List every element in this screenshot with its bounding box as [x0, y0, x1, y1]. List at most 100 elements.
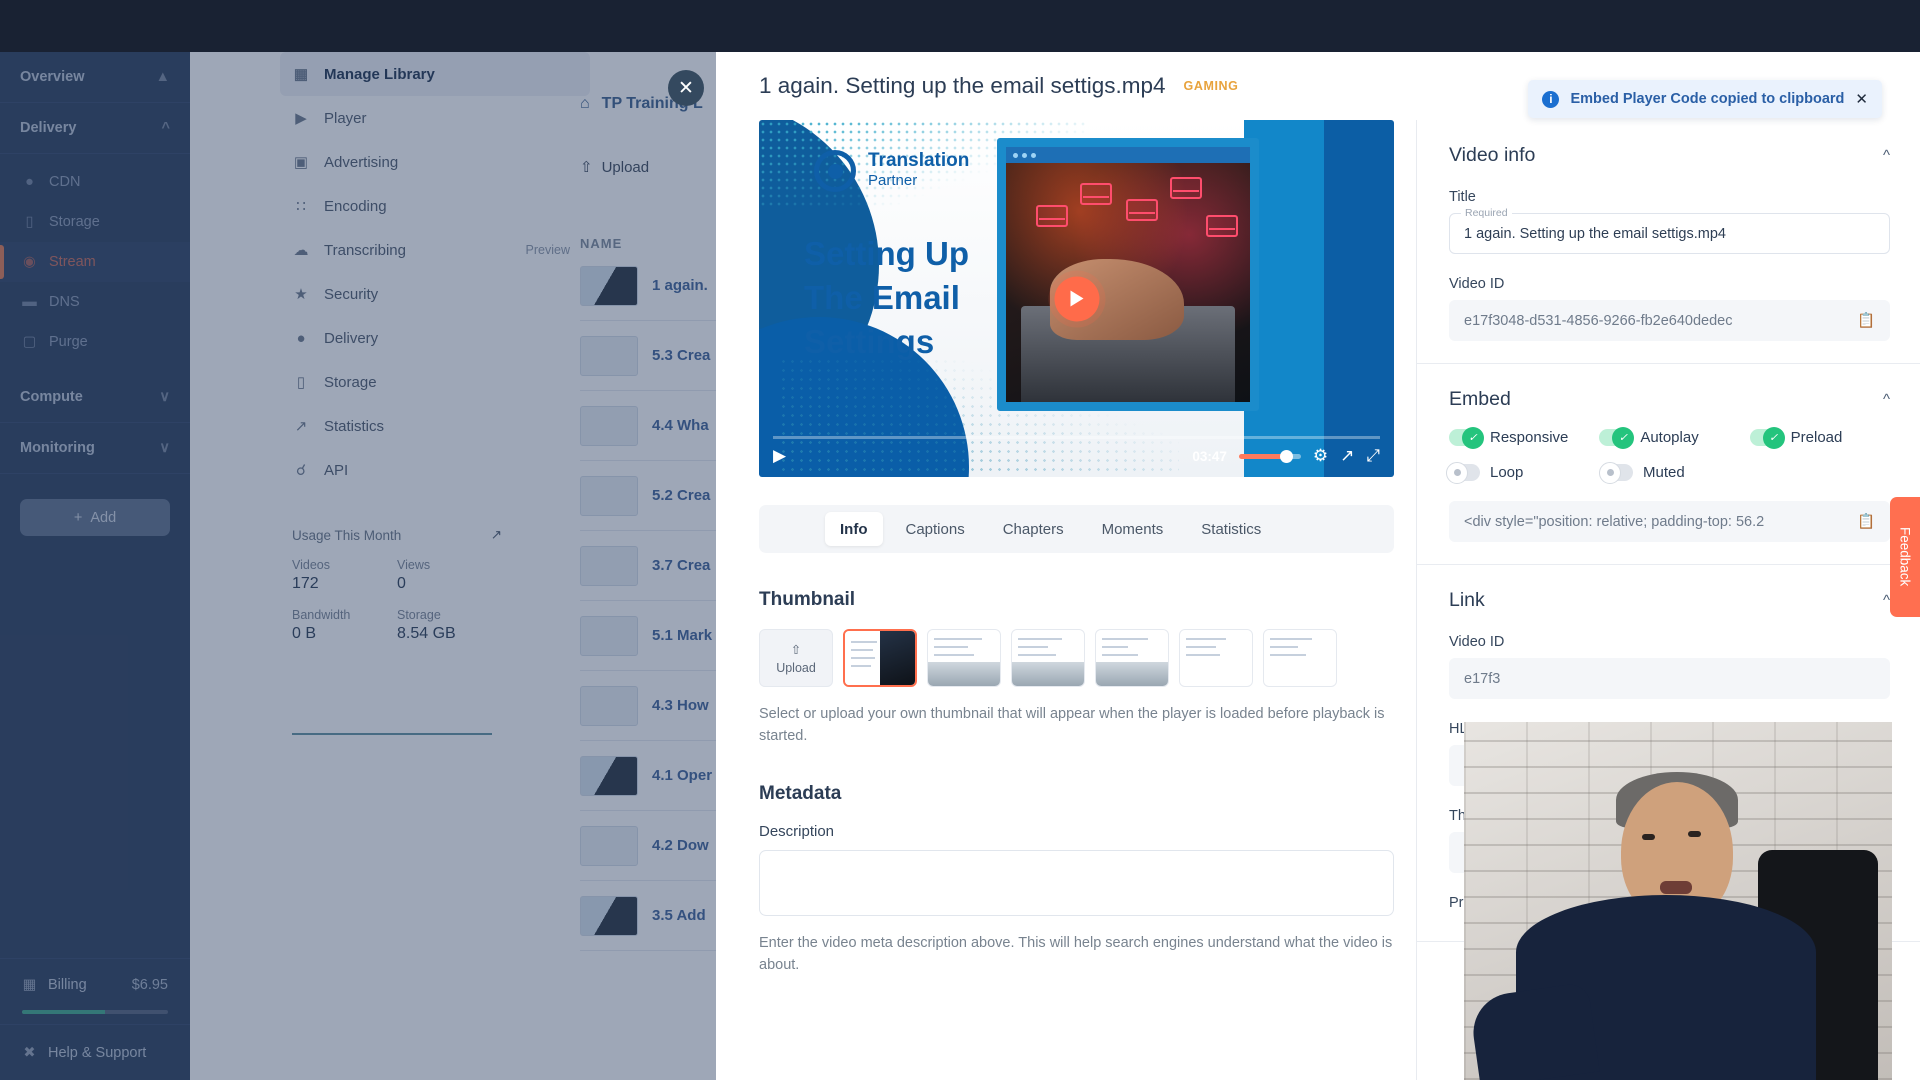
thumbnail-option[interactable]: [1179, 629, 1253, 687]
play-circle-icon: [1070, 290, 1084, 307]
thumb-photo: [880, 631, 915, 685]
toggle-label: Muted: [1643, 464, 1685, 481]
thumbnail-option[interactable]: [1263, 629, 1337, 687]
video-info-header[interactable]: Video info ^: [1449, 144, 1890, 167]
embed-header[interactable]: Embed ^: [1449, 388, 1890, 411]
title-label: Title: [1449, 189, 1476, 205]
toggle-switch-icon: ✓: [1449, 426, 1484, 449]
toggle-label: Preload: [1790, 429, 1843, 446]
tab-moments[interactable]: Moments: [1087, 512, 1179, 546]
embed-section: Embed ^ ✓ Responsive ✓ Autoplay ✓ Preloa…: [1417, 364, 1920, 565]
headline-line-3: Settings: [804, 323, 935, 360]
player-deco-band: [1244, 120, 1394, 477]
toggle-label: Responsive: [1490, 429, 1569, 446]
modal-main-column: Translation Partner Setting Up The Email…: [716, 120, 1416, 1080]
copy-icon[interactable]: 📋: [1857, 312, 1875, 329]
thumb-sky: [1096, 662, 1168, 686]
link-heading: Link: [1449, 589, 1485, 611]
toggle-switch-icon: [1599, 461, 1633, 484]
envelope-icon: [1126, 199, 1158, 221]
tab-info[interactable]: Info: [825, 512, 883, 546]
metadata-heading: Metadata: [759, 783, 842, 804]
link-video-id-label: Video ID: [1449, 634, 1505, 650]
envelope-icon: [1170, 177, 1202, 199]
embed-code-value: <div style="position: relative; padding-…: [1464, 513, 1765, 530]
logo-mark-icon: [814, 150, 856, 192]
close-icon[interactable]: ✕: [1855, 90, 1868, 108]
envelope-icon: [1206, 215, 1238, 237]
close-modal-button[interactable]: ✕: [668, 70, 704, 106]
toggle-label: Autoplay: [1640, 429, 1699, 446]
tab-captions[interactable]: Captions: [891, 512, 980, 546]
chevron-up-icon[interactable]: ^: [1883, 391, 1890, 408]
inner-titlebar: [1006, 147, 1250, 163]
thumbnail-help-text: Select or upload your own thumbnail that…: [759, 706, 1385, 744]
toggle-responsive[interactable]: ✓ Responsive: [1449, 426, 1589, 449]
toggle-label: Loop: [1490, 464, 1524, 481]
play-button-overlay[interactable]: [1054, 276, 1099, 321]
copy-icon[interactable]: 📋: [1857, 513, 1875, 530]
envelope-icon: [1036, 205, 1068, 227]
toggle-autoplay[interactable]: ✓ Autoplay: [1599, 426, 1739, 449]
toggle-switch-icon: ✓: [1749, 426, 1785, 449]
tab-statistics[interactable]: Statistics: [1186, 512, 1276, 546]
close-icon: ✕: [678, 77, 694, 99]
thumbnail-option[interactable]: [1095, 629, 1169, 687]
embed-toggle-row-1: ✓ Responsive ✓ Autoplay ✓ Preload: [1449, 426, 1890, 449]
player-controls: ▶ 03:47 ⚙ ↗ ⤢: [759, 435, 1394, 477]
thumbnail-option[interactable]: [927, 629, 1001, 687]
tab-chapters[interactable]: Chapters: [988, 512, 1079, 546]
page-title: 1 again. Setting up the email settigs.mp…: [759, 73, 1166, 98]
brand-name: Translation Partner: [868, 151, 969, 191]
headline-line-1: Setting Up: [804, 235, 969, 272]
link-video-id-field[interactable]: e17f3: [1449, 658, 1890, 699]
fullscreen-icon[interactable]: ⤢: [1366, 446, 1380, 466]
toast-notification: i Embed Player Code copied to clipboard …: [1528, 80, 1882, 118]
player-time: 03:47: [1192, 448, 1227, 464]
inner-photo: [1006, 163, 1250, 402]
toggle-preload[interactable]: ✓ Preload: [1749, 426, 1890, 449]
webcam-eye: [1642, 834, 1655, 840]
description-label: Description: [759, 823, 835, 840]
toggle-switch-icon: [1446, 461, 1480, 484]
title-field[interactable]: Required 1 again. Setting up the email s…: [1449, 207, 1890, 254]
title-required-legend: Required: [1461, 207, 1512, 219]
thumbnail-upload-button[interactable]: ⇧ Upload: [759, 629, 833, 687]
video-id-field[interactable]: e17f3048-d531-4856-9266-fb2e640dedec 📋: [1449, 300, 1890, 341]
embed-heading: Embed: [1449, 388, 1511, 410]
headline-line-2: The Email: [804, 279, 960, 316]
status-badge: GAMING: [1183, 79, 1239, 93]
link-video-id-value: e17f3: [1464, 670, 1501, 687]
thumbnail-upload-label: Upload: [776, 660, 816, 675]
thumbnail-option[interactable]: [1011, 629, 1085, 687]
video-info-heading: Video info: [1449, 144, 1536, 166]
brand-sub: Partner: [868, 172, 918, 189]
toggle-loop[interactable]: Loop: [1446, 461, 1592, 484]
info-icon: i: [1542, 90, 1560, 108]
description-textarea[interactable]: [759, 850, 1394, 916]
thumbnail-strip: ⇧ Upload: [759, 629, 1416, 687]
embed-toggle-row-2: Loop Muted: [1446, 461, 1890, 484]
chevron-up-icon[interactable]: ^: [1883, 147, 1890, 164]
popout-icon[interactable]: ↗: [1340, 446, 1354, 466]
webcam-eye: [1688, 831, 1701, 837]
video-player[interactable]: Translation Partner Setting Up The Email…: [759, 120, 1394, 477]
envelope-icon: [1080, 183, 1112, 205]
brand-logo: Translation Partner: [814, 150, 969, 192]
chevron-up-icon[interactable]: ^: [1883, 592, 1890, 609]
thumb-sky: [928, 662, 1000, 686]
toggle-muted[interactable]: Muted: [1599, 461, 1745, 484]
link-header[interactable]: Link ^: [1449, 589, 1890, 612]
play-icon[interactable]: ▶: [773, 446, 786, 466]
embed-code-field[interactable]: <div style="position: relative; padding-…: [1449, 501, 1890, 542]
thumbnail-option[interactable]: [843, 629, 917, 687]
feedback-tab[interactable]: Feedback: [1890, 497, 1920, 617]
video-id-label: Video ID: [1449, 276, 1505, 292]
volume-slider[interactable]: [1238, 449, 1301, 463]
toggle-switch-icon: ✓: [1599, 426, 1635, 449]
feedback-label: Feedback: [1897, 527, 1913, 587]
player-headline: Setting Up The Email Settings: [804, 232, 969, 364]
video-info-section: Video info ^ Title Required 1 again. Set…: [1417, 120, 1920, 364]
gear-icon[interactable]: ⚙: [1313, 446, 1328, 466]
thumbnail-heading: Thumbnail: [759, 589, 856, 610]
